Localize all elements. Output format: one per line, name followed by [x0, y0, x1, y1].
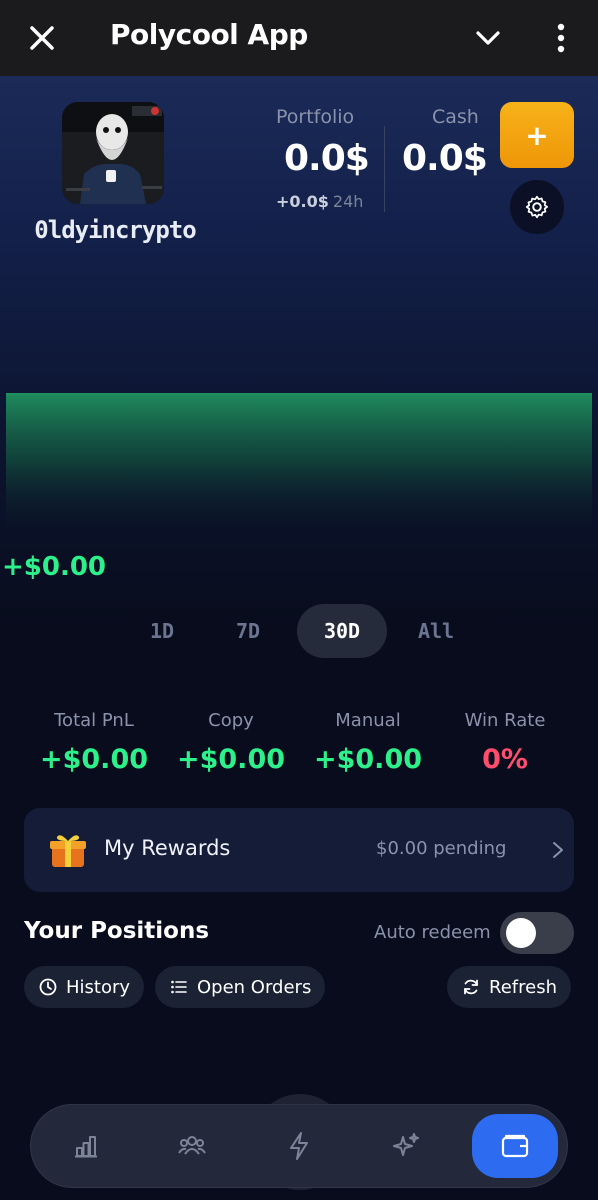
- avatar[interactable]: [62, 102, 164, 204]
- toggle-knob: [506, 918, 536, 948]
- manual-label: Manual: [335, 710, 401, 731]
- win-rate-label: Win Rate: [464, 710, 546, 731]
- rewards-card[interactable]: My Rewards $0.00 pending: [24, 808, 574, 892]
- gear-icon: [525, 195, 549, 219]
- users-icon[interactable]: [170, 1124, 214, 1168]
- total-pnl-value: +$0.00: [39, 744, 149, 775]
- auto-redeem-label: Auto redeem: [374, 922, 491, 943]
- history-button[interactable]: History: [24, 966, 145, 1008]
- clock-icon: [39, 978, 57, 996]
- chart-area: [6, 394, 592, 540]
- refresh-button[interactable]: Refresh: [447, 966, 571, 1008]
- sparkles-icon[interactable]: [384, 1124, 428, 1168]
- copy-value: +$0.00: [176, 744, 286, 775]
- username: 0ldyincrypto: [34, 216, 196, 244]
- timeframe-30d[interactable]: 30D: [297, 604, 387, 658]
- cash-label: Cash: [432, 106, 479, 128]
- gift-icon: [48, 830, 88, 870]
- pnl-chart: [6, 393, 592, 540]
- manual-value: +$0.00: [313, 744, 423, 775]
- delta-period: 24h: [332, 192, 364, 211]
- auto-redeem-toggle[interactable]: [500, 912, 574, 954]
- chevron-down-icon[interactable]: [470, 20, 506, 56]
- win-rate-value: 0%: [482, 744, 528, 775]
- history-label: History: [66, 976, 131, 998]
- total-pnl-label: Total PnL: [54, 710, 134, 731]
- refresh-icon: [464, 979, 478, 995]
- rewards-pending: $0.00 pending: [376, 838, 507, 859]
- refresh-label: Refresh: [489, 976, 557, 998]
- copy-label: Copy: [208, 710, 254, 731]
- wallet-tab[interactable]: [472, 1114, 558, 1178]
- timeframe-1d[interactable]: 1D: [134, 604, 190, 658]
- more-vertical-icon[interactable]: [546, 18, 576, 58]
- list-icon: [171, 980, 187, 994]
- add-funds-button[interactable]: +: [500, 102, 574, 168]
- settings-button[interactable]: [510, 180, 564, 234]
- lightning-icon[interactable]: [277, 1124, 321, 1168]
- wallet-icon: [501, 1134, 529, 1158]
- app-header: Polycool App: [0, 0, 598, 76]
- app-title: Polycool App: [110, 18, 308, 51]
- close-icon[interactable]: [22, 18, 62, 58]
- portfolio-value: 0.0$: [284, 138, 370, 179]
- portfolio-delta: +0.0$ 24h: [276, 192, 363, 211]
- pnl-value: +$0.00: [2, 552, 107, 582]
- delta-value: +0.0$: [276, 192, 329, 211]
- portfolio-label: Portfolio: [276, 106, 355, 128]
- positions-title: Your Positions: [24, 918, 210, 944]
- cash-value: 0.0$: [402, 138, 488, 179]
- stats-divider: [384, 126, 385, 212]
- timeframe-7d[interactable]: 7D: [220, 604, 276, 658]
- timeframe-all[interactable]: All: [408, 604, 464, 658]
- open-orders-button[interactable]: Open Orders: [155, 966, 326, 1008]
- open-orders-label: Open Orders: [197, 976, 312, 998]
- rewards-title: My Rewards: [104, 836, 231, 860]
- chart-bars-icon[interactable]: [64, 1124, 108, 1168]
- chevron-right-icon: [548, 838, 568, 862]
